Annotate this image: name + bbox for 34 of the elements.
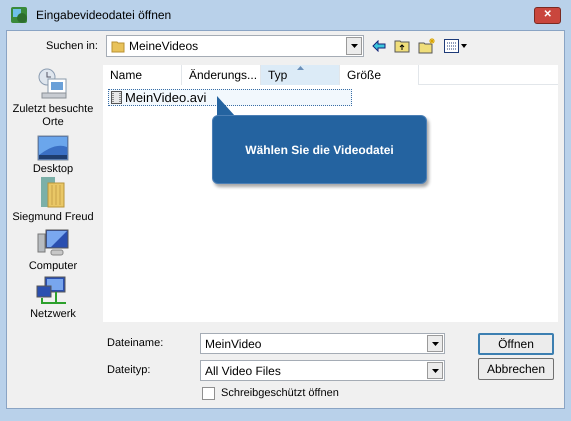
dropdown-arrow-icon [432,368,438,372]
place-item[interactable]: Siegmund Freud [8,211,98,224]
up-folder-icon[interactable] [394,39,410,53]
callout: Wählen Sie die Videodatei [212,115,427,184]
file-row[interactable]: MeinVideo.avi [108,89,352,106]
app-icon [10,6,28,24]
folder-icon [111,39,125,53]
readonly-checkbox[interactable] [202,386,215,400]
back-arrow-icon[interactable] [372,40,386,52]
new-folder-icon[interactable] [418,38,436,54]
filetype-combo[interactable]: All Video Files [200,360,445,381]
place-item[interactable]: Zuletzt besuchte Orte [8,103,98,129]
computer-icon [37,228,69,258]
user-folder-icon [39,175,67,210]
filename-field[interactable]: MeinVideo [200,333,445,354]
look-in-label: Suchen in: [46,38,99,54]
filetype-label: Dateityp: [107,363,152,378]
close-button[interactable]: ✕ [534,6,561,24]
place-item[interactable]: Netzwerk [8,308,98,321]
dropdown-arrow-icon [432,342,438,346]
open-button[interactable]: Öffnen [478,333,554,355]
video-file-icon [111,91,122,104]
window-title: Eingabevideodatei öffnen [36,7,172,24]
place-item[interactable]: Computer [8,260,98,272]
filename-label: Dateiname: [107,336,164,352]
view-menu-icon[interactable] [444,39,468,53]
place-item[interactable]: Desktop [8,163,98,176]
location-combo[interactable]: MeineVideos [106,35,364,57]
desktop-icon [37,135,69,161]
sort-arrow-icon [297,66,304,70]
column-header[interactable]: Typ [261,65,340,85]
cancel-button[interactable]: Abbrechen [478,358,554,380]
readonly-label: Schreibgeschützt öffnen [221,386,339,401]
dropdown-arrow-icon [350,44,358,48]
